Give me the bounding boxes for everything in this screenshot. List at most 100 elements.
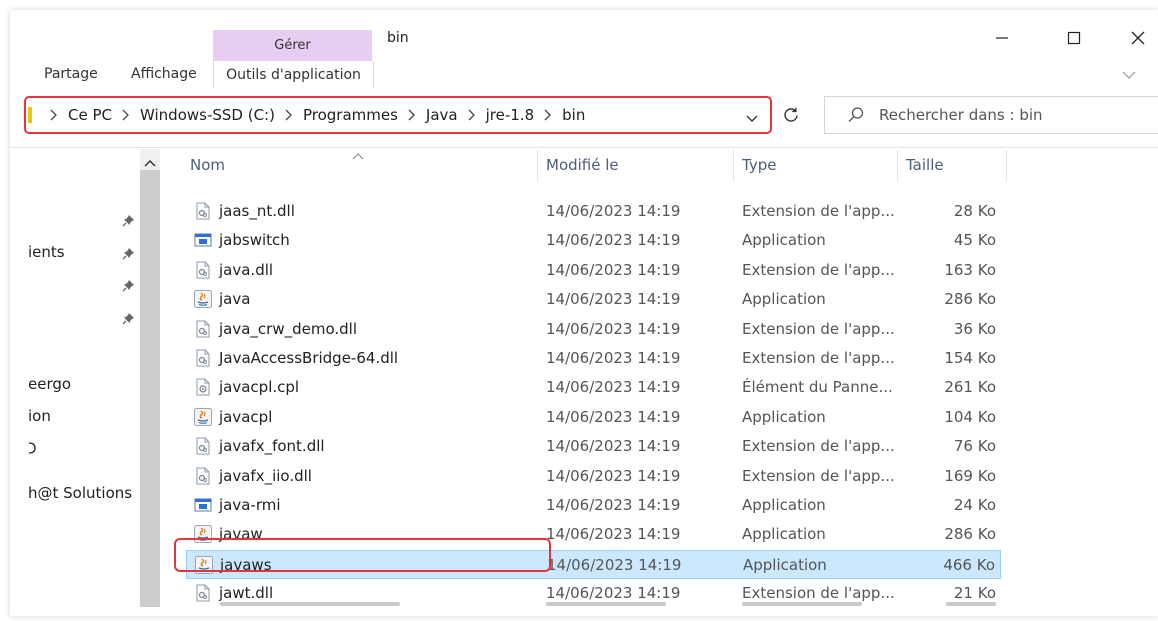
file-type: Extension de l'app... [742, 260, 895, 279]
column-divider[interactable] [733, 150, 734, 182]
minimize-icon [996, 37, 1008, 39]
nav-item-partial[interactable] [28, 441, 36, 455]
file-explorer-window: Partage Affichage Gérer Outils d'applica… [10, 10, 1158, 616]
file-name: javafx_font.dll [219, 437, 325, 456]
expand-ribbon-button[interactable] [1118, 66, 1140, 84]
address-history-dropdown[interactable] [746, 109, 758, 127]
breadcrumb-drive[interactable]: Windows-SSD (C:) [140, 106, 275, 124]
scrollbar-thumb[interactable] [140, 170, 160, 607]
breadcrumb-ce-pc[interactable]: Ce PC [68, 106, 112, 124]
file-row[interactable]: jaas_nt.dll 14/06/2023 14:19 Extension de … [186, 197, 1001, 226]
column-divider[interactable] [1006, 150, 1007, 182]
file-size: 45 Ko [953, 231, 996, 250]
file-modified: 14/06/2023 14:19 [546, 466, 681, 485]
file-name: jaas_nt.dll [219, 202, 295, 220]
chevron-right-icon[interactable] [285, 109, 293, 121]
file-name: jawt.dll [219, 584, 274, 603]
breadcrumb-java[interactable]: Java [426, 106, 458, 124]
nav-scrollbar[interactable] [140, 149, 160, 607]
file-modified: 14/06/2023 14:19 [546, 319, 681, 338]
pin-icon[interactable] [121, 246, 135, 260]
column-header-name[interactable]: Nom [190, 156, 225, 174]
file-modified: 14/06/2023 14:19 [546, 407, 681, 426]
column-divider[interactable] [897, 150, 898, 182]
column-divider[interactable] [537, 150, 538, 182]
breadcrumb-jre[interactable]: jre-1.8 [486, 106, 535, 124]
partial-glyph-icon [28, 442, 36, 454]
file-size: 76 Ko [953, 437, 996, 456]
column-header-size[interactable]: Taille [906, 156, 944, 174]
nav-item-user[interactable]: eergo [28, 375, 71, 393]
divider [10, 147, 1158, 148]
chevron-right-icon[interactable] [408, 109, 416, 121]
file-row[interactable]: JavaAccessBridge-64.dll 14/06/2023 14:19 E… [186, 344, 1001, 373]
tab-affichage[interactable]: Affichage [131, 66, 197, 82]
pin-icon[interactable] [121, 213, 135, 227]
chevron-down-icon [746, 115, 758, 122]
file-name: JavaAccessBridge-64.dll [219, 349, 399, 367]
file-type: Application [742, 525, 826, 544]
column-header-modified[interactable]: Modifié le [546, 156, 619, 174]
nav-item-solutions[interactable]: h@t Solutions [28, 484, 132, 502]
file-name: javacpl [219, 407, 273, 426]
dll-file-icon [194, 584, 212, 602]
file-name: java-rmi [219, 496, 281, 514]
maximize-icon [1067, 31, 1081, 45]
dll-file-icon [194, 437, 212, 455]
file-row[interactable]: javafx_iio.dll 14/06/2023 14:19 Extension … [186, 462, 1001, 491]
minimize-button[interactable] [982, 24, 1022, 52]
file-type: Extension de l'app... [742, 437, 895, 456]
close-button[interactable] [1118, 24, 1158, 52]
java-app-icon [194, 407, 212, 426]
file-row[interactable]: jabswitch 14/06/2023 14:19 Application 45 K… [186, 226, 1001, 255]
tab-partage[interactable]: Partage [44, 66, 98, 82]
refresh-button[interactable] [778, 101, 804, 129]
nav-item-documents[interactable]: ients [28, 243, 65, 261]
file-size: 21 Ko [953, 584, 996, 603]
file-row[interactable]: javafx_font.dll 14/06/2023 14:19 Extension… [186, 432, 1001, 461]
file-name: java_crw_demo.dll [219, 319, 358, 338]
chevron-right-icon[interactable] [122, 109, 130, 121]
java-app-icon [194, 290, 212, 309]
search-input[interactable] [879, 106, 1119, 124]
file-type: Application [742, 407, 826, 426]
partial-row [186, 602, 1001, 612]
file-size: 24 Ko [953, 496, 996, 514]
breadcrumb-programmes[interactable]: Programmes [303, 106, 398, 124]
pin-icon[interactable] [121, 278, 135, 292]
pin-icon[interactable] [121, 311, 135, 325]
file-size: 466 Ko [943, 555, 995, 574]
file-type: Extension de l'app... [742, 319, 895, 338]
tab-outils-application[interactable]: Outils d'application [213, 61, 374, 89]
window-title: bin [387, 30, 409, 46]
file-row[interactable]: javacpl 14/06/2023 14:19 Application 104 Ko [186, 403, 1001, 432]
file-row[interactable]: java-rmi 14/06/2023 14:19 Application 24 Ko [186, 491, 1001, 520]
file-type: Application [742, 496, 826, 514]
sort-ascending-icon [352, 145, 364, 164]
file-modified: 14/06/2023 14:19 [546, 525, 681, 544]
app-window-icon [194, 231, 212, 249]
dll-file-icon [194, 202, 212, 220]
file-size: 169 Ko [944, 466, 996, 485]
scroll-up-icon[interactable] [144, 152, 156, 171]
search-box[interactable] [824, 96, 1158, 134]
file-name: jabswitch [219, 231, 290, 250]
file-row[interactable]: javacpl.cpl 14/06/2023 14:19 Élément du Pa… [186, 373, 1001, 402]
column-header-type[interactable]: Type [742, 156, 776, 174]
file-size: 104 Ko [944, 407, 996, 426]
file-row[interactable]: java 14/06/2023 14:19 Application 286 Ko [186, 285, 1001, 314]
chevron-down-icon [1122, 71, 1136, 79]
maximize-button[interactable] [1054, 24, 1094, 52]
chevron-right-icon[interactable] [544, 109, 552, 121]
file-name: javacpl.cpl [219, 378, 300, 397]
chevron-right-icon[interactable] [468, 109, 476, 121]
file-row[interactable]: java_crw_demo.dll 14/06/2023 14:19 Extensi… [186, 315, 1001, 344]
address-bar[interactable]: Ce PC Windows-SSD (C:) Programmes Java j… [24, 96, 772, 134]
app-window-icon [194, 496, 212, 514]
nav-item-location[interactable]: ion [28, 407, 51, 425]
file-row[interactable]: java.dll 14/06/2023 14:19 Extension de l'a… [186, 256, 1001, 285]
breadcrumb-bin[interactable]: bin [562, 106, 585, 124]
file-type: Extension de l'app... [742, 466, 895, 485]
chevron-right-icon[interactable] [50, 109, 58, 121]
file-modified: 14/06/2023 14:19 [546, 260, 681, 279]
